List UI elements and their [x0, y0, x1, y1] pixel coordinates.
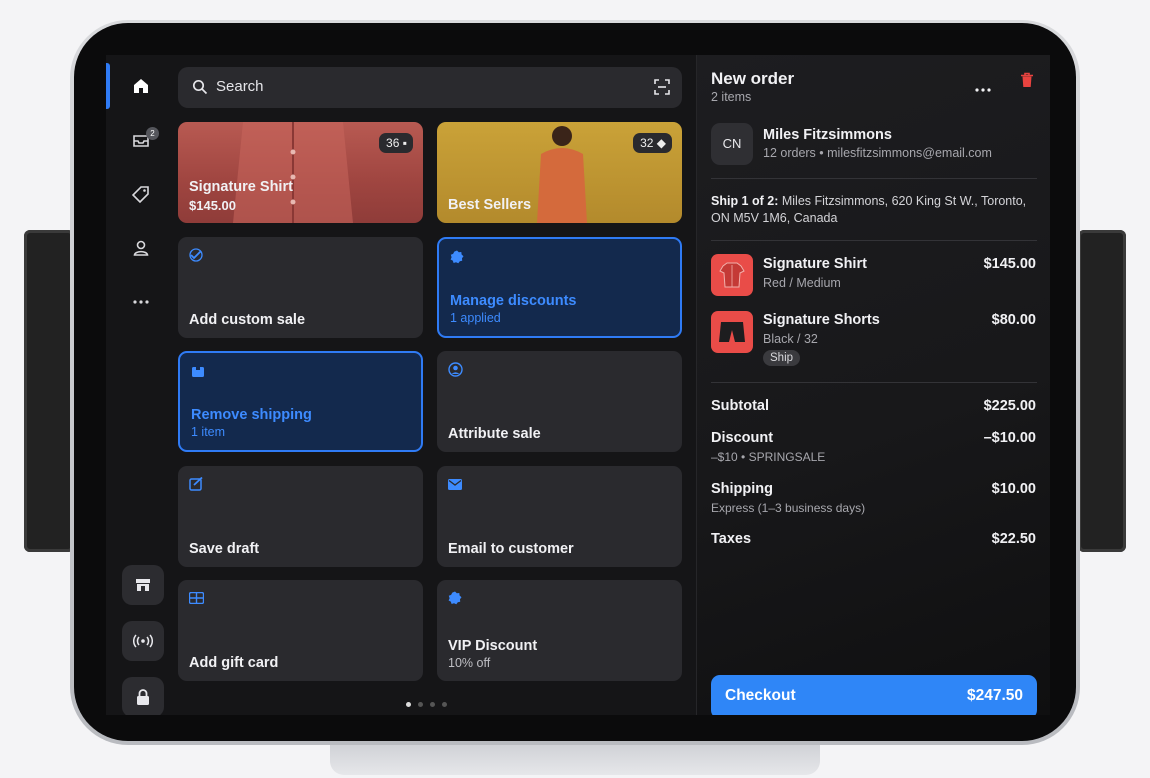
page-dot[interactable]	[430, 702, 435, 707]
tile-title: VIP Discount	[448, 638, 538, 654]
shipping-address[interactable]: Ship 1 of 2: Miles Fitzsimmons, 620 King…	[711, 193, 1041, 227]
customer-avatar: CN	[711, 123, 753, 165]
order-title: New order	[711, 69, 795, 88]
line-item-name[interactable]: Signature Shirt	[763, 256, 867, 272]
tile-add-custom-sale[interactable]: Add custom sale	[178, 237, 423, 338]
divider	[711, 382, 1037, 383]
discount-detail: –$10 • SPRINGSALE	[711, 450, 826, 464]
tile-email-to-customer[interactable]: Email to customer	[437, 466, 682, 567]
nav-rail: 2	[106, 55, 176, 715]
item-count: 32	[640, 136, 654, 150]
tile-save-draft[interactable]: Save draft	[178, 466, 423, 567]
checkout-label: Checkout	[725, 687, 796, 704]
pos-device: 2 Search 36 ▪ Signature Shirt $145.00 32…	[70, 20, 1080, 745]
shipping-value: $10.00	[991, 481, 1036, 497]
tile-title: Save draft	[189, 541, 260, 557]
search-input[interactable]: Search	[216, 78, 264, 95]
page-dot[interactable]	[442, 702, 447, 707]
home-icon[interactable]	[124, 69, 158, 103]
tile-title: Manage discounts	[450, 293, 577, 309]
page-dot[interactable]	[418, 702, 423, 707]
line-item-variant: Black / 32	[763, 332, 818, 346]
tile-subtitle: 10% off	[448, 656, 491, 670]
product-tile-signature-shirt[interactable]: 36 ▪ Signature Shirt $145.00	[178, 122, 423, 223]
ship-tag: Ship	[763, 350, 801, 366]
ship-label: Ship 1 of 2:	[711, 194, 779, 208]
checkout-button[interactable]: Checkout $247.50	[711, 675, 1037, 715]
divider	[711, 178, 1037, 179]
shipping-label[interactable]: Shipping	[711, 481, 773, 497]
tile-title: Add custom sale	[189, 312, 306, 328]
tile-vip-discount[interactable]: VIP Discount 10% off	[437, 580, 682, 681]
line-item-price: $145.00	[983, 256, 1036, 272]
orders-badge: 2	[146, 127, 159, 140]
tile-attribute-sale[interactable]: Attribute sale	[437, 351, 682, 452]
tile-title: Attribute sale	[448, 426, 541, 442]
tile-title: Signature Shirt	[189, 179, 293, 195]
device-bezel: 2 Search 36 ▪ Signature Shirt $145.00 32…	[74, 23, 1076, 741]
tile-subtitle: 1 applied	[450, 311, 501, 325]
tile-add-gift-card[interactable]: Add gift card	[178, 580, 423, 681]
tile-remove-shipping[interactable]: Remove shipping 1 item	[178, 351, 423, 452]
more-options-icon[interactable]	[975, 79, 991, 97]
tile-title: Email to customer	[448, 541, 574, 557]
shirt-thumbnail	[711, 254, 753, 296]
tag-icon[interactable]	[124, 177, 158, 211]
item-count: 36	[386, 136, 400, 150]
taxes-label: Taxes	[711, 531, 752, 547]
discount-value: –$10.00	[983, 430, 1036, 446]
discount-icon	[450, 250, 464, 269]
line-item-variant: Red / Medium	[763, 276, 841, 290]
gift-card-icon	[188, 591, 205, 609]
order-item-count: 2 items	[711, 90, 752, 104]
shorts-thumbnail	[711, 311, 753, 353]
item-count-badge: 36 ▪	[379, 133, 413, 153]
discount-icon	[448, 591, 462, 610]
line-item-price: $80.00	[991, 312, 1036, 328]
draft-icon	[189, 476, 203, 496]
orders-icon[interactable]: 2	[124, 123, 159, 157]
screen: 2 Search 36 ▪ Signature Shirt $145.00 32…	[106, 55, 1050, 715]
tile-price: $145.00	[189, 198, 236, 213]
lock-icon[interactable]	[122, 677, 164, 715]
taxes-value: $22.50	[991, 531, 1036, 547]
line-item-name[interactable]: Signature Shorts	[763, 312, 880, 328]
subtotal-value: $225.00	[983, 398, 1036, 414]
tile-subtitle: 1 item	[191, 425, 226, 439]
search-bar[interactable]: Search	[178, 67, 682, 108]
customer-details: 12 orders • milesfitzsimmons@email.com	[763, 146, 992, 160]
store-icon[interactable]	[122, 565, 164, 605]
collection-tile-best-sellers[interactable]: 32 ◆ Best Sellers	[437, 122, 682, 223]
right-dock-arm	[1078, 230, 1126, 552]
customer-name[interactable]: Miles Fitzsimmons	[763, 127, 892, 143]
tile-title: Best Sellers	[448, 197, 532, 213]
model-photo	[537, 126, 587, 223]
nav-active-indicator	[106, 63, 110, 109]
discount-label[interactable]: Discount	[711, 430, 773, 446]
customer-icon[interactable]	[124, 231, 158, 265]
shirt-photo	[233, 122, 353, 223]
barcode-scan-icon[interactable]	[654, 79, 670, 100]
tile-title: Remove shipping	[191, 407, 312, 423]
shipping-detail: Express (1–3 business days)	[711, 501, 866, 515]
person-circle-icon	[448, 362, 463, 382]
divider	[711, 240, 1037, 241]
checkout-total: $247.50	[966, 687, 1023, 704]
more-icon[interactable]	[124, 285, 158, 319]
left-dock-arm	[24, 230, 74, 552]
broadcast-icon[interactable]	[122, 621, 164, 661]
trash-icon[interactable]	[1020, 72, 1034, 93]
page-indicator[interactable]	[406, 702, 447, 707]
subtotal-label: Subtotal	[711, 398, 769, 414]
item-count-badge: 32 ◆	[633, 133, 672, 153]
search-icon	[192, 79, 208, 100]
custom-sale-icon	[189, 248, 203, 267]
page-dot[interactable]	[406, 702, 411, 707]
shipping-box-icon	[191, 364, 205, 383]
tile-manage-discounts[interactable]: Manage discounts 1 applied	[437, 237, 682, 338]
tile-title: Add gift card	[189, 655, 279, 671]
mail-icon	[448, 477, 462, 495]
order-panel: New order 2 items CN Miles Fitzsimmons 1…	[696, 55, 1050, 715]
